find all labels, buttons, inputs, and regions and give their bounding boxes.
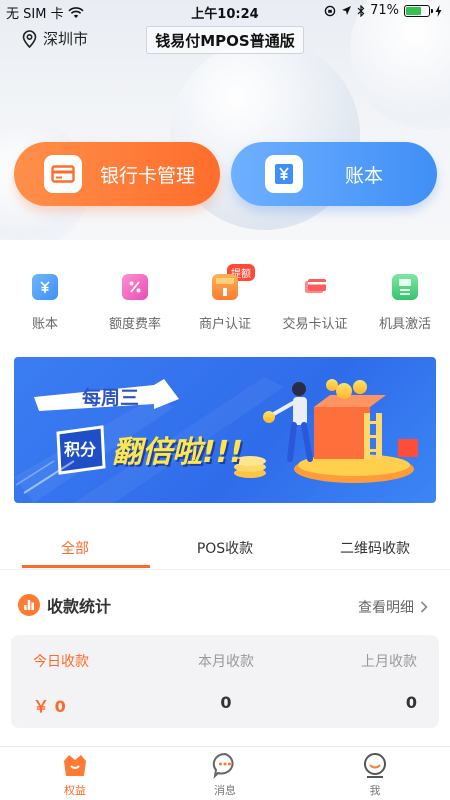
orientation-lock-icon [324,5,336,16]
location-pin-icon [22,29,37,48]
tab-all[interactable]: 全部 [0,534,150,570]
tabbar-item-messages[interactable]: 消息 [150,747,300,800]
tabbar-label: 权益 [64,784,86,797]
chat-bubble-icon [212,752,234,779]
location-arrow-icon [342,6,352,15]
tabbar-label: 我 [369,784,381,797]
banner-headline: 翻倍啦!!! [112,435,244,470]
stats-header: 收款统计 [18,593,111,617]
quick-menu: 账本 额度费率 提额 商户认证 交易卡认证 机具激活 [0,264,450,340]
user-smile-icon [364,753,386,778]
payment-filter-tabs: 全部 POS收款 二维码收款 [0,534,450,570]
quick-item-limit-rate[interactable]: 额度费率 [90,270,180,340]
ledger-yen-icon [265,155,303,193]
chevron-right-icon [420,601,428,613]
stat-last-month-value: 0 [405,693,417,712]
bar-chart-icon [18,594,40,616]
stat-month-value: 0 [220,693,232,712]
stat-last-month-label: 上月收款 [361,654,417,670]
banner-line1: 每周三 [82,387,140,409]
divider [0,569,450,570]
tabbar-label: 消息 [214,784,236,797]
shop-icon [212,274,238,300]
stat-last-month: 上月收款 0 [289,651,417,712]
app-title: 钱易付MPOS普通版 [146,26,304,54]
bottom-tab-bar: 权益 消息 我 [0,746,450,800]
tab-pos[interactable]: POS收款 [150,534,300,570]
stat-month: 本月收款 0 [161,651,291,712]
tabbar-item-benefits[interactable]: 权益 [0,747,150,800]
quick-item-ledger[interactable]: 账本 [0,270,90,340]
banner-tag: 积分 [64,440,97,459]
pos-device-icon [392,274,418,300]
stat-today-value: ￥ 0 [33,697,66,716]
ledger-label: 账本 [345,164,384,187]
view-details-link[interactable]: 查看明细 [358,597,428,617]
quick-item-merchant-verify[interactable]: 提额 商户认证 [180,264,270,340]
status-bar: 无 SIM 卡 上午10:24 71% [0,0,450,22]
ledger-icon [32,274,58,300]
tabbar-item-me[interactable]: 我 [300,747,450,800]
card-icon [302,274,328,300]
charging-icon [435,4,442,17]
crown-bag-icon [64,755,86,776]
quick-item-device-activate[interactable]: 机具激活 [360,270,450,340]
tab-qrcode[interactable]: 二维码收款 [300,534,450,570]
view-details-label: 查看明细 [358,600,414,616]
battery-icon [404,4,433,17]
quick-item-label: 商户认证 [198,317,251,332]
stat-today: 今日收款 ￥ 0 [33,651,163,717]
quick-item-card-verify[interactable]: 交易卡认证 [270,270,360,340]
quick-item-label: 交易卡认证 [282,317,348,332]
bank-card-icon [44,155,82,193]
stats-title: 收款统计 [47,597,112,616]
percent-icon [122,274,148,300]
bluetooth-icon [357,4,365,17]
location-label: 深圳市 [43,30,89,48]
quick-item-label: 额度费率 [108,317,161,332]
bank-card-management-button[interactable]: 银行卡管理 [14,142,220,206]
stat-today-label: 今日收款 [33,654,89,670]
stat-month-label: 本月收款 [198,654,254,670]
battery-percent: 71% [370,3,399,18]
quick-item-label: 账本 [31,317,58,332]
bank-card-management-label: 银行卡管理 [100,164,196,187]
quick-item-label: 机具激活 [378,317,431,332]
promo-banner[interactable]: 每周三 积分 翻倍啦!!! [14,357,436,503]
ledger-button[interactable]: 账本 [231,142,437,206]
stats-card: 今日收款 ￥ 0 本月收款 0 上月收款 0 [11,635,439,728]
location-selector[interactable]: 深圳市 [22,28,88,49]
